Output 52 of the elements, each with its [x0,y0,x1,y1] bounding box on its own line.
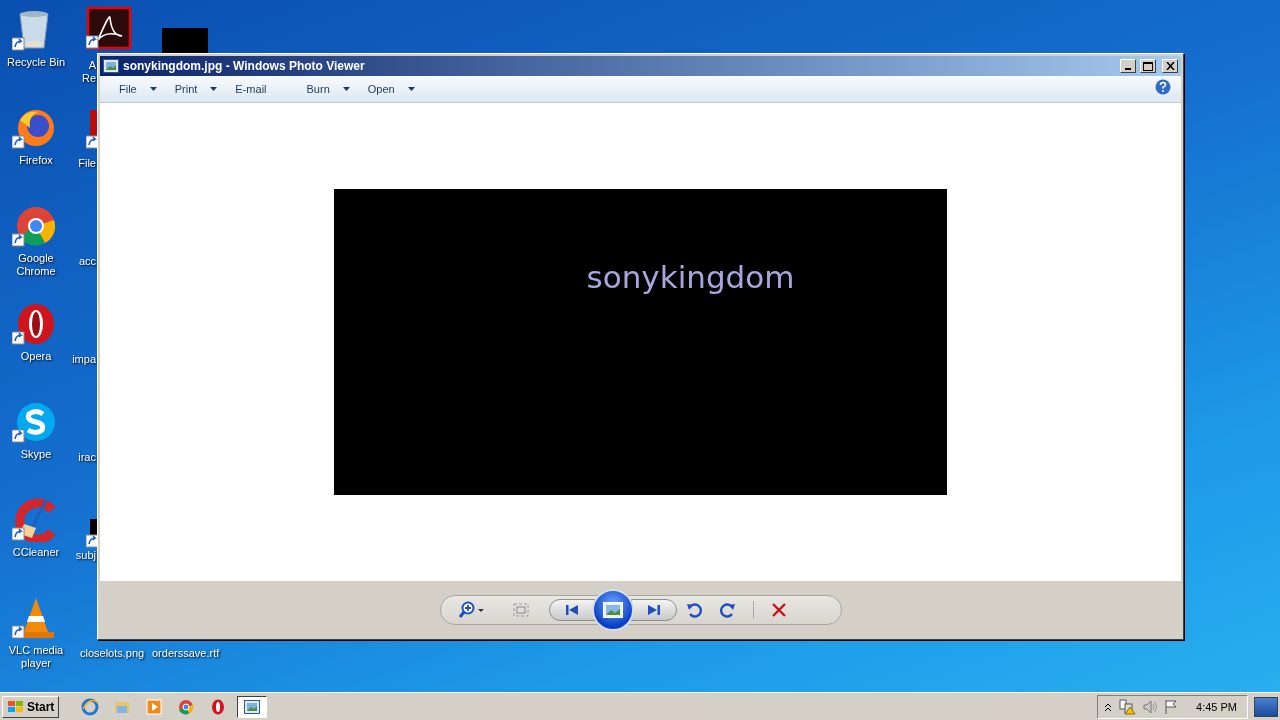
document-app-icon [86,6,134,50]
icon-label[interactable]: VLC media player [0,644,72,670]
maximize-button[interactable] [1140,59,1156,73]
help-icon[interactable] [1155,79,1171,95]
window-title: sonykingdom.jpg - Windows Photo Viewer [123,59,366,73]
menu-item[interactable]: Burn [297,78,359,100]
skip-back-icon [564,604,579,616]
icon-label[interactable]: subj [75,549,96,562]
icon-label[interactable]: Recycle Bin [6,56,66,69]
menu-item[interactable]: E-mail [226,78,276,100]
icon-label[interactable]: closelots.png [80,647,145,660]
fit-window-icon [512,603,529,617]
icon-label[interactable]: CCleaner [12,546,60,559]
image-icon [602,602,623,618]
icon-label[interactable]: A Re [81,59,96,85]
slideshow-button[interactable] [591,589,634,631]
icon-label[interactable]: irac [78,451,96,464]
show-desktop-button[interactable] [1254,696,1278,717]
icon-label[interactable]: Google Chrome [0,252,72,278]
menu-item[interactable]: Open [358,78,424,100]
windows-logo-icon [7,699,25,714]
icon-label[interactable]: acc [78,255,96,268]
zoom-in-icon [458,601,487,619]
clock[interactable]: 4:45 PM [1196,700,1237,713]
close-icon [1165,62,1175,70]
start-button[interactable]: Start [2,695,60,718]
network-warning-icon[interactable] [1118,698,1137,715]
photo-viewer-icon [244,699,261,714]
chevron-up-icon[interactable] [1104,701,1113,712]
icon-label[interactable]: orderssave.rtf [152,647,220,660]
minimize-button[interactable] [1120,59,1136,73]
taskbar-button[interactable] [237,695,268,718]
icon-label[interactable]: Opera [20,350,52,363]
next-button[interactable] [630,599,677,621]
icon-label[interactable]: impa [72,353,96,366]
flag-icon[interactable] [1164,698,1179,715]
image-text: sonykingdom [586,259,795,297]
app-icon [103,59,119,73]
previous-button[interactable] [548,599,595,621]
maximize-icon [1143,61,1153,71]
icon-label[interactable]: Firefox [19,154,53,167]
speaker-icon[interactable] [1142,698,1159,715]
rotate-left-icon [685,602,702,618]
image-thumbnail-icon [162,28,208,54]
rotate-right-icon [719,602,736,618]
close-button[interactable] [1162,59,1178,73]
menu-item[interactable]: Print [165,78,227,100]
icon-label[interactable]: File [78,157,96,170]
close-icon [771,603,786,617]
icon-label[interactable]: Skype [20,448,52,461]
skip-forward-icon [646,604,661,616]
menu-item[interactable]: File [110,78,166,100]
